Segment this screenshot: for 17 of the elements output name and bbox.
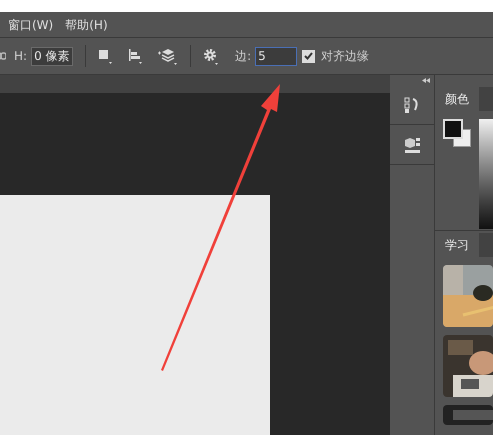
history-icon[interactable] (404, 96, 420, 114)
arrange-layers-icon[interactable] (158, 48, 178, 64)
settings-icon[interactable] (203, 48, 220, 64)
menu-item[interactable]: 窗口(W) (8, 16, 54, 34)
edge-field[interactable]: 5 (255, 46, 298, 66)
path-operations-icon[interactable] (98, 48, 112, 64)
collapse-icon[interactable] (422, 78, 430, 82)
field-label: H: (14, 48, 28, 65)
menu-item[interactable]: 帮助(H) (65, 16, 108, 34)
color-picker-gradient[interactable] (479, 119, 493, 229)
height-field[interactable]: 0 像素 (31, 46, 74, 66)
path-alignment-icon[interactable] (128, 48, 142, 64)
checkbox[interactable] (302, 50, 316, 62)
checkbox-label: 对齐边缘 (321, 48, 370, 65)
field-label: 边: (235, 48, 252, 65)
3d-cube-icon[interactable] (403, 136, 421, 154)
color-swatches[interactable] (443, 119, 471, 147)
